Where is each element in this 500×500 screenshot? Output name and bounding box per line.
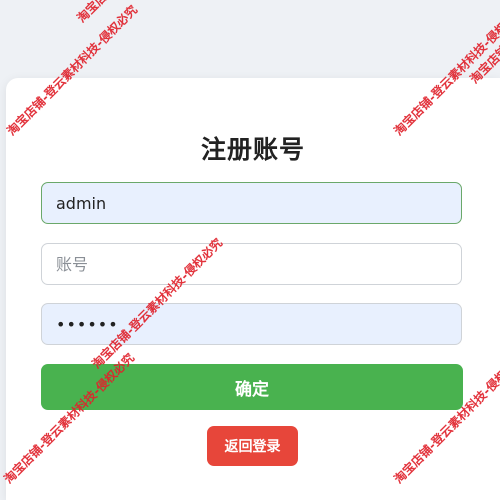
username-input[interactable] xyxy=(41,182,462,224)
page-title: 注册账号 xyxy=(200,135,305,164)
password-input[interactable] xyxy=(41,303,462,345)
confirm-button[interactable]: 确定 xyxy=(41,364,463,410)
back-to-login-button[interactable]: 返回登录 xyxy=(207,426,298,466)
account-input[interactable] xyxy=(41,243,462,285)
watermark-text: 淘宝店铺-登云素材科技-侵权必究 xyxy=(73,0,211,26)
watermark-text: 淘宝店铺-登云素材科技-侵权必究 xyxy=(467,0,500,87)
